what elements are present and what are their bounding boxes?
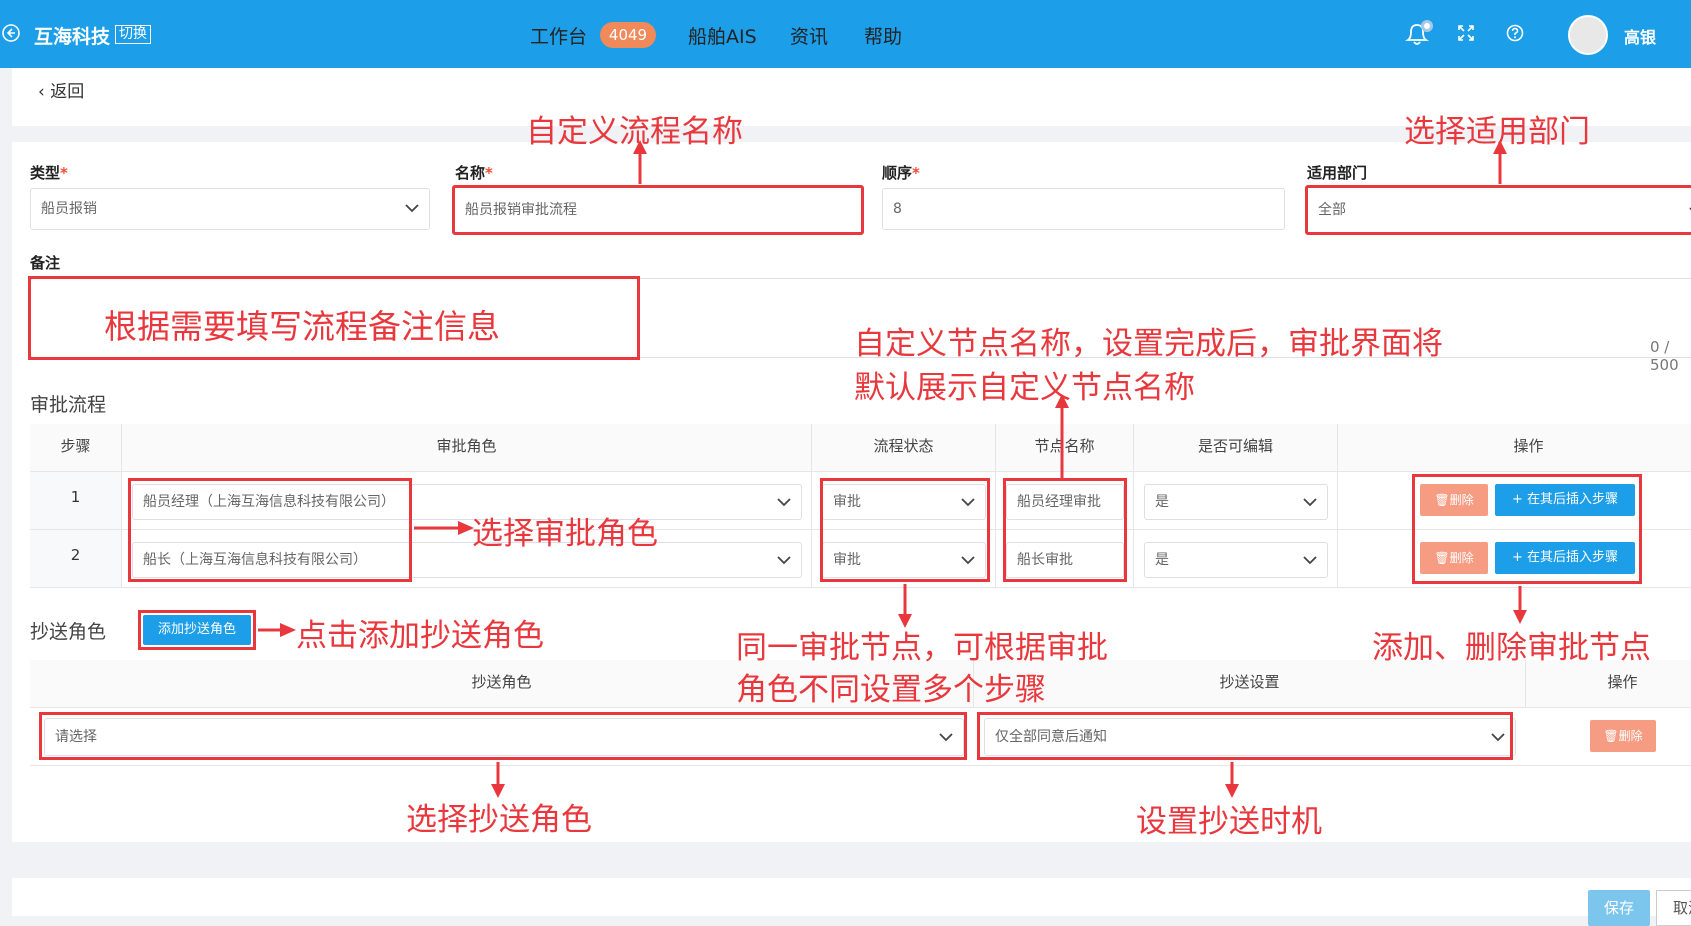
remark-label: 备注 — [30, 254, 61, 272]
editable-value: 是 — [1155, 552, 1169, 568]
save-button[interactable]: 保存 — [1588, 890, 1650, 926]
role-highlight-box — [128, 478, 412, 582]
annotation-node-line1: 自定义节点名称，设置完成后，审批界面将 — [854, 326, 1443, 362]
editable-select[interactable]: 是 — [1144, 542, 1328, 578]
annotation-cc-role: 选择抄送角色 — [406, 802, 592, 838]
chevron-down-icon — [777, 498, 791, 507]
add-cc-role-button[interactable]: 添加抄送角色 — [143, 615, 251, 645]
arrow-right-icon — [258, 623, 296, 637]
name-label: 名称* — [455, 164, 493, 182]
annotation-multi-line1: 同一审批节点，可根据审批 — [736, 630, 1108, 666]
chevron-left-icon: ‹ — [38, 82, 51, 102]
nav-workbench[interactable]: 工作台 — [530, 22, 587, 49]
annotation-role: 选择审批角色 — [472, 516, 658, 552]
dept-value: 全部 — [1318, 202, 1346, 218]
step-number: 2 — [30, 530, 122, 588]
col-step: 步骤 — [30, 424, 122, 472]
col-actions: 操作 — [1338, 424, 1691, 472]
cc-role-highlight-box — [39, 712, 967, 760]
workbench-count-badge: 4049 — [600, 22, 656, 48]
fullscreen-icon[interactable] — [1457, 24, 1475, 42]
bell-icon[interactable] — [1402, 18, 1436, 48]
order-input[interactable]: 8 — [882, 188, 1285, 230]
nav-news[interactable]: 资讯 — [790, 22, 828, 49]
cc-setting-highlight-box — [977, 712, 1513, 760]
nav-ship-ais[interactable]: 船舶AIS — [688, 22, 757, 49]
name-input[interactable]: 船员报销审批流程 — [452, 185, 864, 235]
arrow-up-icon — [633, 140, 647, 184]
col-cc-actions: 操作 — [1526, 660, 1691, 708]
dept-label: 适用部门 — [1307, 164, 1368, 182]
back-link[interactable]: ‹ 返回 — [38, 77, 84, 102]
editable-select[interactable]: 是 — [1144, 484, 1328, 520]
brand-name: 互海科技 — [34, 26, 111, 48]
annotation-multi-line2: 角色不同设置多个步骤 — [736, 672, 1046, 708]
footer-bar — [12, 878, 1691, 916]
help-icon[interactable] — [1506, 24, 1524, 42]
col-editable: 是否可编辑 — [1134, 424, 1338, 472]
node-highlight-box — [1003, 478, 1127, 582]
actions-highlight-box — [1412, 474, 1642, 584]
approval-section-title: 审批流程 — [30, 394, 107, 416]
avatar[interactable] — [1568, 15, 1608, 55]
chevron-down-icon — [405, 204, 419, 213]
remark-counter: 0 / 500 — [1650, 338, 1679, 374]
top-navigation-bar — [0, 0, 1691, 68]
type-value: 船员报销 — [41, 201, 97, 217]
editable-value: 是 — [1155, 494, 1169, 510]
dept-select[interactable]: 全部 — [1305, 185, 1691, 235]
back-label: 返回 — [50, 82, 85, 102]
col-role: 审批角色 — [122, 424, 812, 472]
step-number: 1 — [30, 472, 122, 530]
arrow-up-icon — [1055, 394, 1069, 478]
col-status: 流程状态 — [812, 424, 996, 472]
user-name[interactable]: 高银 — [1624, 24, 1656, 48]
annotation-cc-time: 设置抄送时机 — [1136, 804, 1322, 840]
type-label: 类型* — [30, 164, 68, 182]
switch-company-link[interactable]: 切换 — [115, 25, 151, 44]
cancel-button[interactable]: 取消 — [1656, 890, 1691, 926]
type-select[interactable]: 船员报销 — [30, 188, 430, 230]
annotation-remark: 根据需要填写流程备注信息 — [104, 307, 500, 346]
annotation-node-line2: 默认展示自定义节点名称 — [854, 370, 1195, 406]
nav-help[interactable]: 帮助 — [864, 22, 902, 49]
order-label: 顺序* — [882, 164, 920, 182]
status-highlight-box — [820, 478, 990, 582]
annotation-add-del: 添加、删除审批节点 — [1372, 630, 1651, 666]
annotation-add-cc: 点击添加抄送角色 — [296, 618, 544, 654]
trash-icon: 🗑 — [1603, 729, 1619, 743]
arrow-down-icon — [1225, 762, 1239, 798]
chevron-down-icon — [777, 556, 791, 565]
arrow-up-icon — [1493, 140, 1507, 184]
cc-section-title: 抄送角色 — [30, 621, 107, 643]
arrow-right-icon — [414, 521, 474, 535]
arrow-down-icon — [491, 762, 505, 798]
col-cc-setting: 抄送设置 — [974, 660, 1526, 708]
arrow-down-icon — [1513, 586, 1527, 624]
delete-cc-button[interactable]: 🗑删除 — [1590, 720, 1656, 752]
chevron-down-icon — [1303, 556, 1317, 565]
chevron-down-icon — [1303, 498, 1317, 507]
back-circle-icon[interactable] — [2, 24, 20, 42]
